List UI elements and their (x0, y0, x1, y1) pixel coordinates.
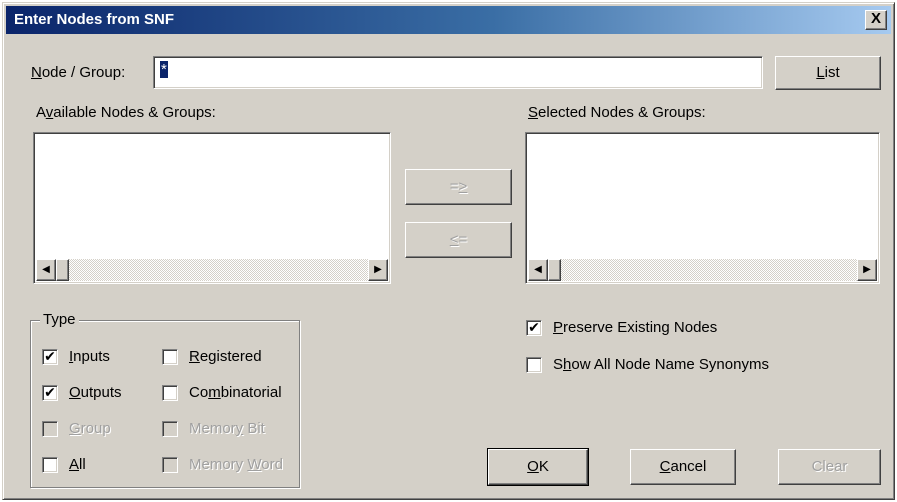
ok-button[interactable]: OK (487, 448, 589, 486)
node-group-input[interactable]: * (153, 56, 763, 89)
all-label: All (69, 456, 86, 473)
scroll-left-icon[interactable]: ◀ (528, 259, 548, 281)
memory-bit-checkbox[interactable] (162, 421, 178, 437)
selected-nodes-list[interactable]: ◀ ▶ (525, 132, 880, 284)
combinatorial-checkbox[interactable] (162, 385, 178, 401)
memory-word-label: Memory Word (189, 456, 283, 473)
dialog-title: Enter Nodes from SNF (14, 11, 175, 28)
add-button[interactable]: => (405, 169, 512, 205)
memory-bit-label: Memory Bit (189, 420, 265, 437)
show-synonyms-checkbox[interactable] (526, 357, 542, 373)
clear-button[interactable]: Clear (778, 449, 881, 485)
type-group-label: Type (40, 311, 79, 328)
enter-nodes-dialog: Enter Nodes from SNF X Node / Group: * L… (2, 2, 895, 500)
scroll-thumb[interactable] (548, 259, 561, 281)
cancel-button[interactable]: Cancel (630, 449, 736, 485)
close-button[interactable]: X (865, 10, 887, 30)
scroll-left-icon[interactable]: ◀ (36, 259, 56, 281)
available-nodes-label: Available Nodes & Groups: (36, 104, 216, 121)
remove-button[interactable]: <= (405, 222, 512, 258)
scroll-thumb[interactable] (56, 259, 69, 281)
registered-checkbox[interactable] (162, 349, 178, 365)
all-checkbox[interactable] (42, 457, 58, 473)
list-button[interactable]: List (775, 56, 881, 90)
memory-word-checkbox[interactable] (162, 457, 178, 473)
group-label: Group (69, 420, 111, 437)
preserve-existing-checkbox[interactable]: ✔ (526, 320, 542, 336)
group-checkbox[interactable] (42, 421, 58, 437)
show-synonyms-label: Show All Node Name Synonyms (553, 356, 769, 373)
selected-hscrollbar[interactable]: ◀ ▶ (528, 259, 877, 281)
outputs-label: Outputs (69, 384, 122, 401)
scroll-right-icon[interactable]: ▶ (368, 259, 388, 281)
outputs-checkbox[interactable]: ✔ (42, 385, 58, 401)
available-hscrollbar[interactable]: ◀ ▶ (36, 259, 388, 281)
scroll-right-icon[interactable]: ▶ (857, 259, 877, 281)
inputs-checkbox[interactable]: ✔ (42, 349, 58, 365)
combinatorial-label: Combinatorial (189, 384, 282, 401)
available-nodes-list[interactable]: ◀ ▶ (33, 132, 391, 284)
preserve-existing-label: Preserve Existing Nodes (553, 319, 718, 336)
registered-label: Registered (189, 348, 262, 365)
node-group-label: Node / Group: (31, 64, 126, 81)
inputs-label: Inputs (69, 348, 110, 365)
title-bar: Enter Nodes from SNF X (6, 6, 891, 34)
selected-nodes-label: Selected Nodes & Groups: (528, 104, 706, 121)
